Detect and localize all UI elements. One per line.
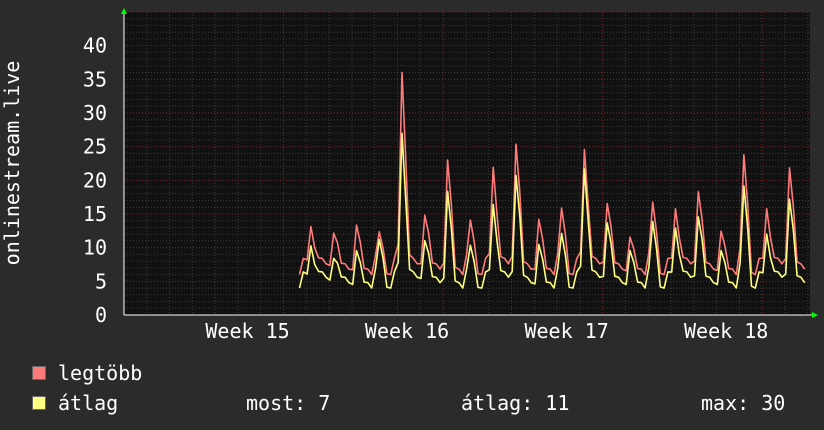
x-tick-label: Week 15 [205,319,289,343]
stat-current: most: 7 [246,391,331,415]
stat-maximum: max: 30 [701,391,786,415]
y-tick-label: 0 [95,303,107,327]
y-tick-label: 40 [83,34,107,58]
stat-average: átlag: 11 [461,391,570,415]
y-tick-label: 5 [95,269,107,293]
y-axis-arrow [121,8,127,14]
x-tick-label: Week 17 [524,319,608,343]
y-tick-label: 20 [83,168,107,192]
y-tick-label: 15 [83,202,107,226]
y-tick-label: 35 [83,67,107,91]
chart: 0 5 10 15 20 25 30 35 40 Week 15 Week 16 Week 17 We… [0,0,824,430]
legend-max-swatch [32,366,46,380]
legend-max: legtöbb [32,361,142,385]
y-axis-label: onlinestream.live [0,61,24,266]
x-tick-label: Week 16 [365,319,449,343]
y-axis-ticks: 0 5 10 15 20 25 30 35 40 [83,34,107,327]
x-axis-ticks: Week 15 Week 16 Week 17 Week 18 [205,319,768,343]
x-tick-label: Week 18 [684,319,768,343]
x-axis-arrow [812,312,818,318]
legend-avg: átlag [32,391,118,415]
y-tick-label: 25 [83,135,107,159]
legend-avg-label: átlag [58,391,119,415]
y-tick-label: 10 [83,236,107,260]
y-tick-label: 30 [83,101,107,125]
legend-avg-swatch [32,396,46,410]
legend-max-label: legtöbb [58,361,143,385]
